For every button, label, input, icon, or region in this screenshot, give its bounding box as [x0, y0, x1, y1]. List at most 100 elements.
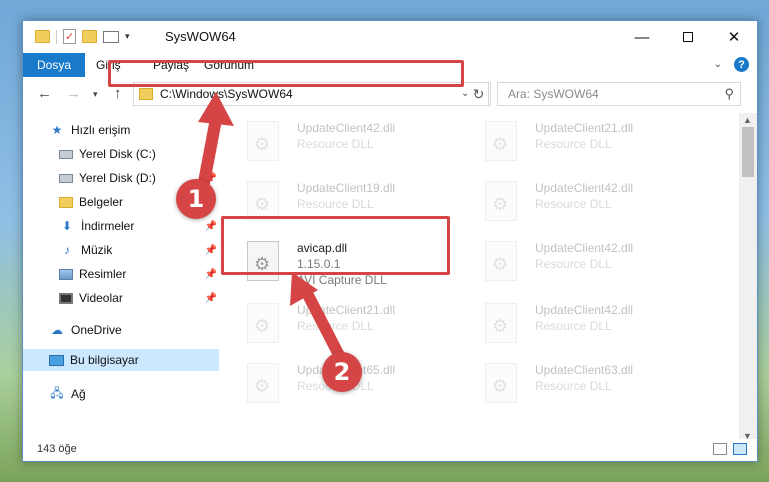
- pin-icon: 📌: [204, 220, 217, 232]
- maximize-icon: [683, 32, 693, 42]
- refresh-icon: ↻: [472, 85, 485, 102]
- sidebar-item-videos[interactable]: Videolar 📌: [23, 287, 219, 309]
- file-item[interactable]: ⚙ UpdateClient21.dll Resource DLL: [225, 297, 445, 349]
- file-item[interactable]: ⚙ UpdateClient63.dll Resource DLL: [463, 357, 683, 409]
- expand-ribbon-icon[interactable]: ⌄: [714, 59, 722, 70]
- customize-toolbar-dropdown-icon[interactable]: ▾: [125, 31, 130, 42]
- folder-icon: [139, 88, 153, 100]
- computer-icon: [49, 354, 64, 366]
- sidebar-item-quick-access[interactable]: ★ Hızlı erişim: [23, 119, 219, 141]
- file-name: UpdateClient42.dll: [535, 181, 634, 195]
- view-properties-icon[interactable]: [103, 30, 119, 43]
- file-description: AVI Capture DLL: [297, 273, 387, 287]
- navigation-pane: ★ Hızlı erişim Yerel Disk (C:) 📌 Yerel D…: [23, 113, 221, 443]
- minimize-button[interactable]: —: [619, 21, 665, 53]
- sidebar-item-downloads[interactable]: ⬇ İndirmeler 📌: [23, 215, 219, 237]
- gear-icon: ⚙: [492, 134, 509, 154]
- gear-icon: ⚙: [254, 134, 271, 154]
- pin-icon: 📌: [204, 244, 217, 256]
- sidebar-item-label: Müzik: [81, 243, 113, 257]
- sidebar-item-label: Hızlı erişim: [71, 123, 131, 137]
- file-item[interactable]: ⚙ UpdateClient42.dll Resource DLL: [463, 297, 683, 349]
- sidebar-item-this-pc[interactable]: Bu bilgisayar: [23, 349, 219, 371]
- file-name: UpdateClient21.dll: [297, 303, 396, 317]
- gear-icon: ⚙: [254, 376, 271, 396]
- address-bar-highlight: [108, 60, 464, 87]
- search-icon: ⚲: [724, 86, 734, 101]
- large-icons-view-icon[interactable]: [733, 443, 747, 455]
- file-item[interactable]: ⚙ UpdateClient42.dll Resource DLL: [225, 115, 445, 167]
- download-icon: ⬇: [61, 219, 73, 233]
- help-icon[interactable]: ?: [734, 57, 749, 72]
- file-description: Resource DLL: [297, 137, 374, 151]
- back-arrow-icon[interactable]: ←: [37, 85, 52, 102]
- item-count: 143 öğe: [37, 443, 77, 455]
- file-item[interactable]: ⚙ UpdateClient42.dll Resource DLL: [463, 175, 683, 227]
- music-icon: ♪: [64, 243, 70, 257]
- forward-arrow-icon[interactable]: →: [66, 85, 81, 102]
- file-item[interactable]: ⚙ UpdateClient21.dll Resource DLL: [463, 115, 683, 167]
- dll-file-icon: ⚙: [247, 303, 279, 343]
- folder-icon: [59, 196, 73, 208]
- dll-file-icon: ⚙: [485, 181, 517, 221]
- tab-file[interactable]: Dosya: [23, 53, 85, 77]
- dll-file-icon: ⚙: [247, 121, 279, 161]
- sidebar-item-label: Ağ: [71, 387, 86, 401]
- pictures-icon: [59, 268, 73, 280]
- sidebar-item-pictures[interactable]: Resimler 📌: [23, 263, 219, 285]
- file-name: UpdateClient63.dll: [535, 363, 634, 377]
- maximize-button[interactable]: [665, 21, 711, 53]
- gear-icon: ⚙: [492, 376, 509, 396]
- pin-icon: 📌: [204, 292, 217, 304]
- sidebar-item-local-disk-c[interactable]: Yerel Disk (C:) 📌: [23, 143, 219, 165]
- file-description: Resource DLL: [535, 257, 612, 271]
- pin-icon: 📌: [204, 148, 217, 160]
- gear-icon: ⚙: [254, 316, 271, 336]
- scroll-thumb[interactable]: [742, 127, 754, 177]
- dll-file-icon: ⚙: [247, 363, 279, 403]
- window-title: SysWOW64: [165, 29, 236, 44]
- address-path[interactable]: C:\Windows\SysWOW64: [160, 87, 293, 101]
- title-bar: ▾ SysWOW64 — ✕: [23, 21, 757, 53]
- search-input[interactable]: Ara: SysWOW64 ⚲: [497, 82, 741, 106]
- sidebar-item-label: Yerel Disk (D:): [79, 171, 156, 185]
- recent-locations-dropdown-icon[interactable]: ▾: [93, 89, 98, 100]
- dll-file-icon: ⚙: [485, 303, 517, 343]
- refresh-button[interactable]: ↻: [467, 82, 491, 106]
- gear-icon: ⚙: [492, 316, 509, 336]
- file-highlight: [221, 216, 450, 275]
- dll-file-icon: ⚙: [247, 181, 279, 221]
- dll-file-icon: ⚙: [485, 363, 517, 403]
- close-button[interactable]: ✕: [711, 21, 757, 53]
- file-name: UpdateClient19.dll: [297, 181, 396, 195]
- drive-icon: [59, 173, 73, 183]
- up-arrow-icon[interactable]: ↑: [114, 85, 122, 102]
- vertical-scrollbar[interactable]: ▲ ▼: [739, 113, 757, 443]
- file-description: Resource DLL: [535, 197, 612, 211]
- scroll-up-icon[interactable]: ▲: [743, 115, 752, 125]
- step-badge-2: 2: [322, 352, 362, 392]
- sidebar-item-network[interactable]: 🖧 Ağ: [23, 383, 219, 405]
- gear-icon: ⚙: [492, 254, 509, 274]
- sidebar-item-label: Resimler: [79, 267, 127, 281]
- sidebar-item-label: Belgeler: [79, 195, 124, 209]
- file-description: Resource DLL: [535, 319, 612, 333]
- file-description: Resource DLL: [535, 379, 612, 393]
- view-switcher: [713, 443, 747, 455]
- sidebar-item-onedrive[interactable]: ☁ OneDrive: [23, 319, 219, 341]
- file-item[interactable]: ⚙ UpdateClient42.dll Resource DLL: [463, 235, 683, 287]
- quick-access-toolbar: ▾: [35, 29, 130, 44]
- video-icon: [59, 292, 73, 304]
- ribbon-right-controls: ⌄ ?: [714, 57, 749, 72]
- properties-check-icon[interactable]: [63, 29, 76, 44]
- toolbar-divider: [56, 29, 57, 44]
- drive-icon: [59, 149, 73, 159]
- details-view-icon[interactable]: [713, 443, 727, 455]
- sidebar-item-label: OneDrive: [71, 323, 122, 337]
- star-icon: ★: [51, 123, 63, 137]
- dll-file-icon: ⚙: [485, 241, 517, 281]
- sidebar-item-label: İndirmeler: [81, 219, 135, 233]
- new-folder-icon[interactable]: [82, 30, 97, 43]
- sidebar-item-music[interactable]: ♪ Müzik 📌: [23, 239, 219, 261]
- gear-icon: ⚙: [492, 194, 509, 214]
